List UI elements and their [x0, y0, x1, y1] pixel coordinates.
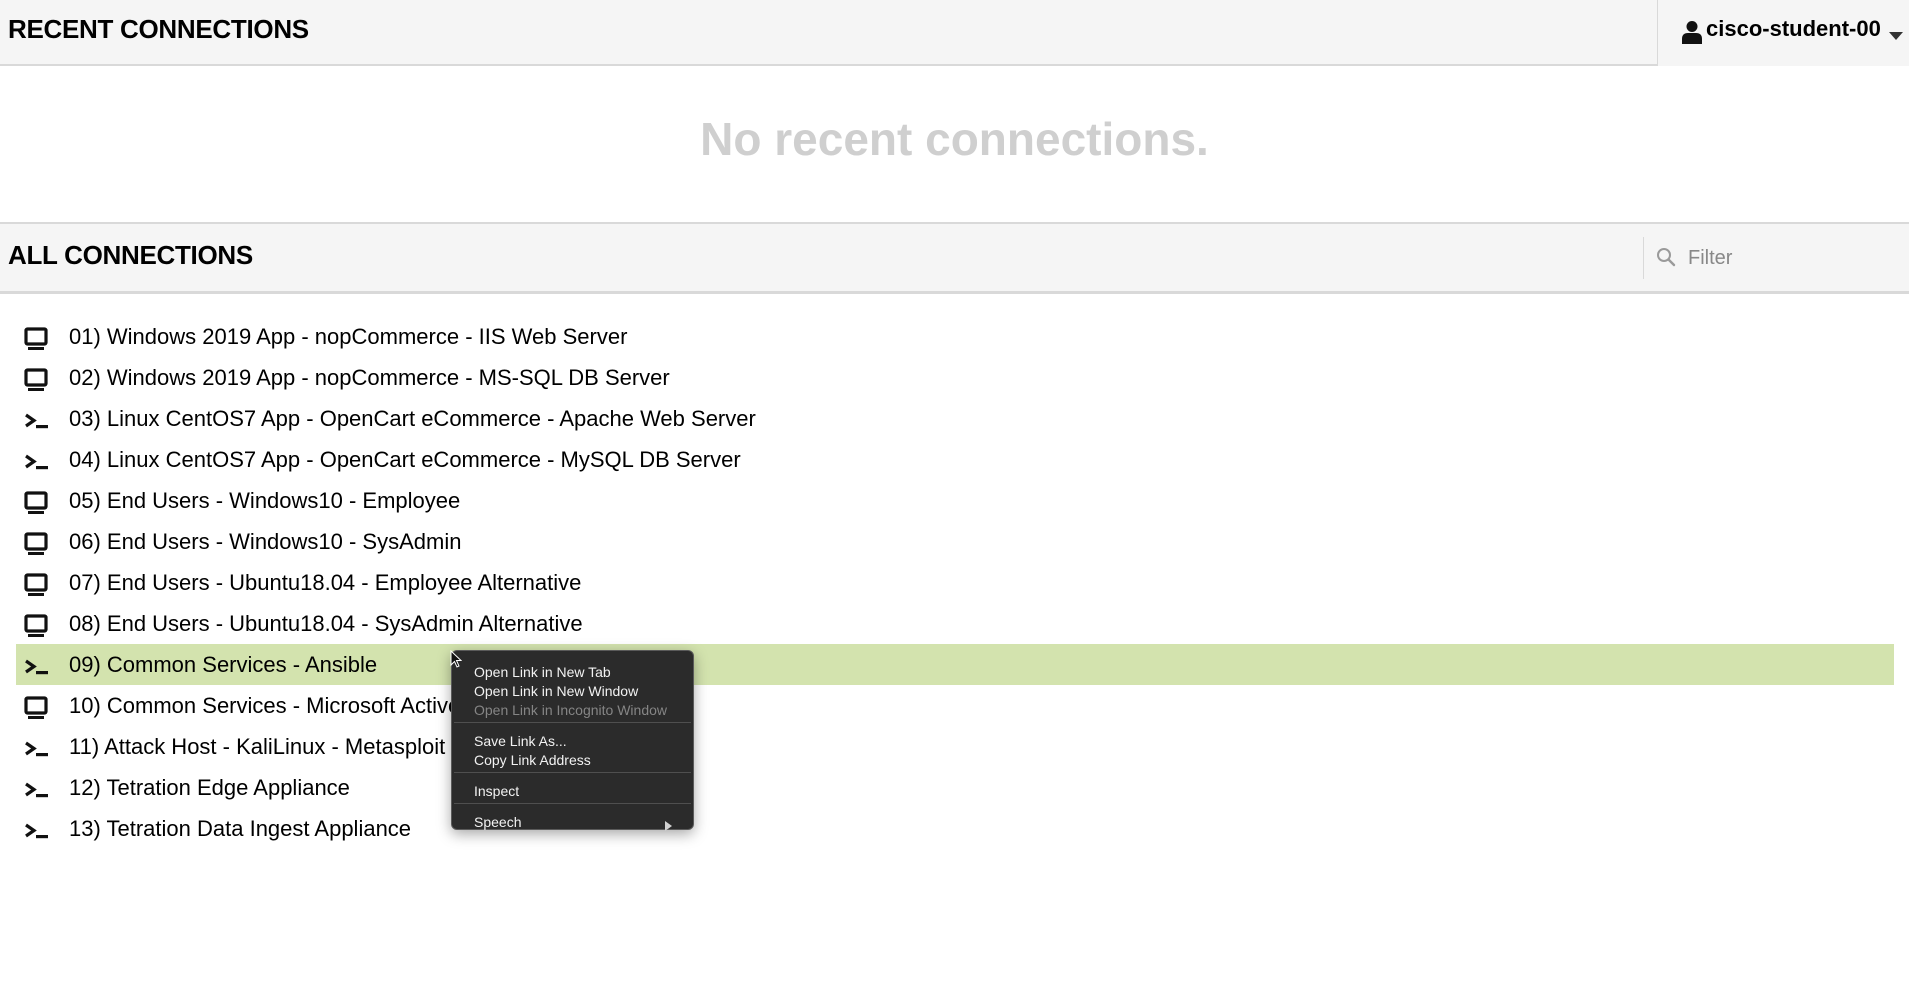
recent-connections-header: RECENT CONNECTIONS cisco-student-00	[0, 0, 1909, 66]
connection-label: 03) Linux CentOS7 App - OpenCart eCommer…	[69, 406, 756, 431]
user-icon	[1682, 20, 1702, 49]
menu-divider	[454, 803, 691, 804]
connection-row[interactable]: 04) Linux CentOS7 App - OpenCart eCommer…	[16, 439, 1894, 480]
chevron-down-icon	[1889, 27, 1903, 45]
connection-row[interactable]: 01) Windows 2019 App - nopCommerce - IIS…	[16, 316, 1894, 357]
terminal-icon	[24, 652, 50, 678]
terminal-icon	[24, 816, 50, 842]
connection-row[interactable]: 06) End Users - Windows10 - SysAdmin	[16, 521, 1894, 562]
desktop-icon	[24, 693, 50, 719]
recent-connections-title: RECENT CONNECTIONS	[8, 14, 309, 44]
filter-input[interactable]	[1686, 241, 1900, 275]
menu-item-speech[interactable]: Speech	[474, 813, 684, 831]
connection-row[interactable]: 11) Attack Host - KaliLinux - Metasploit	[16, 726, 1894, 767]
menu-item-copy-link-address[interactable]: Copy Link Address	[474, 751, 591, 769]
menu-item-save-link-as[interactable]: Save Link As...	[474, 732, 567, 750]
connection-row[interactable]: 13) Tetration Data Ingest Appliance	[16, 808, 1894, 849]
context-menu: Open Link in New Tab Open Link in New Wi…	[451, 650, 694, 831]
connection-row[interactable]: 08) End Users - Ubuntu18.04 - SysAdmin A…	[16, 603, 1894, 644]
search-icon	[1656, 247, 1676, 272]
connection-row[interactable]: 07) End Users - Ubuntu18.04 - Employee A…	[16, 562, 1894, 603]
menu-item-open-new-tab[interactable]: Open Link in New Tab	[474, 663, 611, 681]
no-recent-message: No recent connections.	[700, 113, 1209, 165]
terminal-icon	[24, 775, 50, 801]
desktop-icon	[24, 529, 50, 555]
all-connections-title: ALL CONNECTIONS	[8, 240, 253, 270]
connection-row[interactable]: 02) Windows 2019 App - nopCommerce - MS-…	[16, 357, 1894, 398]
desktop-icon	[24, 570, 50, 596]
terminal-icon	[24, 734, 50, 760]
connection-label: 06) End Users - Windows10 - SysAdmin	[69, 529, 462, 554]
desktop-icon	[24, 365, 50, 391]
submenu-arrow-icon	[665, 817, 672, 835]
connection-label: 08) End Users - Ubuntu18.04 - SysAdmin A…	[69, 611, 583, 636]
desktop-icon	[24, 324, 50, 350]
connection-row[interactable]: 10) Common Services - Microsoft Active	[16, 685, 1894, 726]
username-label: cisco-student-00	[1706, 16, 1881, 41]
connection-label: 07) End Users - Ubuntu18.04 - Employee A…	[69, 570, 582, 595]
connection-label: 13) Tetration Data Ingest Appliance	[69, 816, 412, 841]
user-menu[interactable]: cisco-student-00	[1657, 0, 1909, 66]
all-connections-header: ALL CONNECTIONS	[0, 222, 1909, 294]
connection-label: 05) End Users - Windows10 - Employee	[69, 488, 461, 513]
connection-label: 11) Attack Host - KaliLinux - Metasploit	[69, 734, 446, 759]
menu-item-inspect[interactable]: Inspect	[474, 782, 519, 800]
connection-row-selected[interactable]: 09) Common Services - Ansible	[16, 644, 1894, 685]
connection-row[interactable]: 05) End Users - Windows10 - Employee	[16, 480, 1894, 521]
connection-label: 10) Common Services - Microsoft Active	[69, 693, 461, 718]
connection-label: 12) Tetration Edge Appliance	[69, 775, 350, 800]
terminal-icon	[24, 406, 50, 432]
menu-item-open-incognito: Open Link in Incognito Window	[474, 702, 667, 718]
connection-list: 01) Windows 2019 App - nopCommerce - IIS…	[16, 316, 1894, 849]
connection-label: 04) Linux CentOS7 App - OpenCart eCommer…	[69, 447, 741, 472]
connection-row[interactable]: 03) Linux CentOS7 App - OpenCart eCommer…	[16, 398, 1894, 439]
filter-box[interactable]	[1643, 237, 1909, 279]
terminal-icon	[24, 447, 50, 473]
connection-label: 02) Windows 2019 App - nopCommerce - MS-…	[69, 365, 670, 390]
menu-divider	[454, 772, 691, 773]
connection-label: 09) Common Services - Ansible	[69, 652, 378, 677]
menu-item-open-new-window[interactable]: Open Link in New Window	[474, 682, 638, 700]
menu-divider	[454, 722, 691, 723]
connection-label: 01) Windows 2019 App - nopCommerce - IIS…	[69, 324, 628, 349]
desktop-icon	[24, 488, 50, 514]
desktop-icon	[24, 611, 50, 637]
mouse-cursor-icon	[450, 649, 463, 673]
menu-item-speech-label: Speech	[474, 814, 522, 830]
connection-row[interactable]: 12) Tetration Edge Appliance	[16, 767, 1894, 808]
